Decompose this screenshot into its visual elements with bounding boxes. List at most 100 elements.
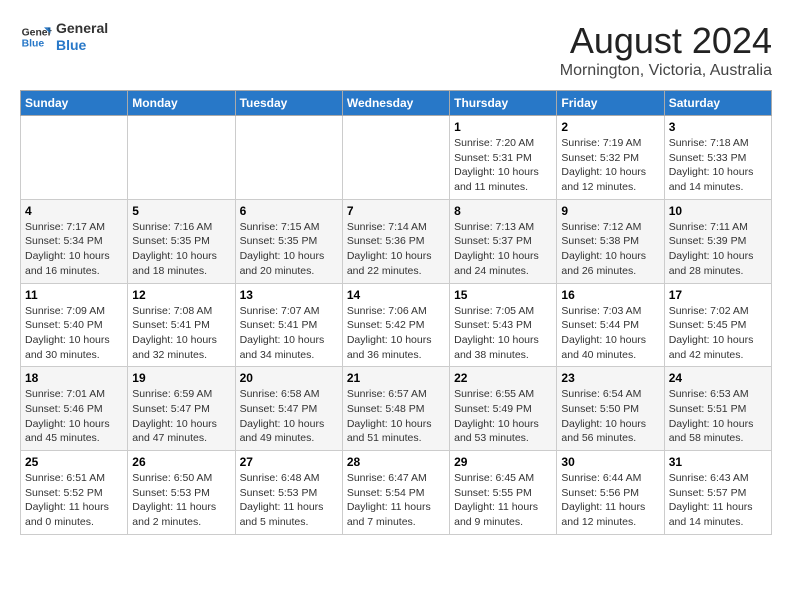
day-number: 10	[669, 204, 767, 218]
day-info: Sunrise: 7:16 AM Sunset: 5:35 PM Dayligh…	[132, 220, 230, 279]
calendar-cell	[128, 116, 235, 200]
calendar-cell: 9Sunrise: 7:12 AM Sunset: 5:38 PM Daylig…	[557, 199, 664, 283]
day-number: 13	[240, 288, 338, 302]
calendar-cell: 18Sunrise: 7:01 AM Sunset: 5:46 PM Dayli…	[21, 367, 128, 451]
day-number: 15	[454, 288, 552, 302]
day-number: 27	[240, 455, 338, 469]
calendar-cell: 1 Sunrise: 7:20 AM Sunset: 5:31 PM Daylig…	[450, 116, 557, 200]
day-number: 19	[132, 371, 230, 385]
day-number: 7	[347, 204, 445, 218]
day-info: Sunrise: 6:44 AM Sunset: 5:56 PM Dayligh…	[561, 471, 659, 530]
day-info: Sunrise: 7:03 AM Sunset: 5:44 PM Dayligh…	[561, 304, 659, 363]
month-title: August 2024	[560, 20, 772, 62]
calendar-cell: 24 Sunrise: 6:53 AM Sunset: 5:51 PM Dayli…	[664, 367, 771, 451]
calendar-cell: 12 Sunrise: 7:08 AM Sunset: 5:41 PM Dayli…	[128, 283, 235, 367]
day-number: 8	[454, 204, 552, 218]
calendar-cell: 19Sunrise: 6:59 AM Sunset: 5:47 PM Dayli…	[128, 367, 235, 451]
day-info: Sunrise: 7:02 AM Sunset: 5:45 PM Dayligh…	[669, 304, 767, 363]
day-number: 5	[132, 204, 230, 218]
day-info: Sunrise: 7:05 AM Sunset: 5:43 PM Dayligh…	[454, 304, 552, 363]
day-number: 9	[561, 204, 659, 218]
calendar-cell: 31Sunrise: 6:43 AM Sunset: 5:57 PM Dayli…	[664, 451, 771, 535]
day-number: 11	[25, 288, 123, 302]
day-info: Sunrise: 7:07 AM Sunset: 5:41 PM Dayligh…	[240, 304, 338, 363]
day-number: 4	[25, 204, 123, 218]
day-info: Sunrise: 6:43 AM Sunset: 5:57 PM Dayligh…	[669, 471, 767, 530]
day-number: 16	[561, 288, 659, 302]
day-info: Sunrise: 7:09 AM Sunset: 5:40 PM Dayligh…	[25, 304, 123, 363]
day-info: Sunrise: 7:15 AM Sunset: 5:35 PM Dayligh…	[240, 220, 338, 279]
weekday-header: Friday	[557, 91, 664, 116]
day-number: 29	[454, 455, 552, 469]
weekday-header: Monday	[128, 91, 235, 116]
weekday-header: Wednesday	[342, 91, 449, 116]
day-number: 26	[132, 455, 230, 469]
calendar-cell: 8 Sunrise: 7:13 AM Sunset: 5:37 PM Daylig…	[450, 199, 557, 283]
weekday-header: Tuesday	[235, 91, 342, 116]
day-info: Sunrise: 6:50 AM Sunset: 5:53 PM Dayligh…	[132, 471, 230, 530]
weekday-header-row: SundayMondayTuesdayWednesdayThursdayFrid…	[21, 91, 772, 116]
calendar-cell: 3 Sunrise: 7:18 AM Sunset: 5:33 PM Daylig…	[664, 116, 771, 200]
day-info: Sunrise: 7:17 AM Sunset: 5:34 PM Dayligh…	[25, 220, 123, 279]
calendar-week-row: 11 Sunrise: 7:09 AM Sunset: 5:40 PM Dayli…	[21, 283, 772, 367]
calendar-week-row: 18Sunrise: 7:01 AM Sunset: 5:46 PM Dayli…	[21, 367, 772, 451]
day-number: 1	[454, 120, 552, 134]
day-info: Sunrise: 7:14 AM Sunset: 5:36 PM Dayligh…	[347, 220, 445, 279]
calendar-cell: 20Sunrise: 6:58 AM Sunset: 5:47 PM Dayli…	[235, 367, 342, 451]
day-number: 28	[347, 455, 445, 469]
calendar-cell: 2 Sunrise: 7:19 AM Sunset: 5:32 PM Daylig…	[557, 116, 664, 200]
logo-text-line2: Blue	[56, 37, 108, 54]
calendar-cell	[342, 116, 449, 200]
calendar-table: SundayMondayTuesdayWednesdayThursdayFrid…	[20, 90, 772, 535]
day-info: Sunrise: 6:48 AM Sunset: 5:53 PM Dayligh…	[240, 471, 338, 530]
calendar-cell: 17 Sunrise: 7:02 AM Sunset: 5:45 PM Dayli…	[664, 283, 771, 367]
logo: General Blue General Blue	[20, 20, 108, 54]
calendar-cell	[235, 116, 342, 200]
day-number: 25	[25, 455, 123, 469]
calendar-cell: 22Sunrise: 6:55 AM Sunset: 5:49 PM Dayli…	[450, 367, 557, 451]
calendar-cell: 11 Sunrise: 7:09 AM Sunset: 5:40 PM Dayli…	[21, 283, 128, 367]
calendar-cell: 13 Sunrise: 7:07 AM Sunset: 5:41 PM Dayli…	[235, 283, 342, 367]
title-block: August 2024 Mornington, Victoria, Austra…	[560, 20, 772, 80]
calendar-cell: 6Sunrise: 7:15 AM Sunset: 5:35 PM Daylig…	[235, 199, 342, 283]
day-number: 2	[561, 120, 659, 134]
calendar-week-row: 25Sunrise: 6:51 AM Sunset: 5:52 PM Dayli…	[21, 451, 772, 535]
day-number: 17	[669, 288, 767, 302]
day-number: 24	[669, 371, 767, 385]
calendar-cell: 7 Sunrise: 7:14 AM Sunset: 5:36 PM Daylig…	[342, 199, 449, 283]
page-header: General Blue General Blue August 2024 Mo…	[20, 20, 772, 80]
day-info: Sunrise: 6:58 AM Sunset: 5:47 PM Dayligh…	[240, 387, 338, 446]
calendar-cell: 29 Sunrise: 6:45 AM Sunset: 5:55 PM Dayli…	[450, 451, 557, 535]
calendar-cell: 16 Sunrise: 7:03 AM Sunset: 5:44 PM Dayli…	[557, 283, 664, 367]
day-info: Sunrise: 7:11 AM Sunset: 5:39 PM Dayligh…	[669, 220, 767, 279]
calendar-week-row: 4 Sunrise: 7:17 AM Sunset: 5:34 PM Daylig…	[21, 199, 772, 283]
day-info: Sunrise: 7:08 AM Sunset: 5:41 PM Dayligh…	[132, 304, 230, 363]
calendar-cell: 26 Sunrise: 6:50 AM Sunset: 5:53 PM Dayli…	[128, 451, 235, 535]
day-info: Sunrise: 6:45 AM Sunset: 5:55 PM Dayligh…	[454, 471, 552, 530]
day-info: Sunrise: 7:13 AM Sunset: 5:37 PM Dayligh…	[454, 220, 552, 279]
day-number: 23	[561, 371, 659, 385]
day-info: Sunrise: 6:47 AM Sunset: 5:54 PM Dayligh…	[347, 471, 445, 530]
day-info: Sunrise: 7:19 AM Sunset: 5:32 PM Dayligh…	[561, 136, 659, 195]
day-info: Sunrise: 7:06 AM Sunset: 5:42 PM Dayligh…	[347, 304, 445, 363]
calendar-cell: 4 Sunrise: 7:17 AM Sunset: 5:34 PM Daylig…	[21, 199, 128, 283]
calendar-cell: 21Sunrise: 6:57 AM Sunset: 5:48 PM Dayli…	[342, 367, 449, 451]
day-info: Sunrise: 7:18 AM Sunset: 5:33 PM Dayligh…	[669, 136, 767, 195]
day-number: 14	[347, 288, 445, 302]
calendar-cell	[21, 116, 128, 200]
day-info: Sunrise: 7:20 AM Sunset: 5:31 PM Dayligh…	[454, 136, 552, 195]
calendar-cell: 5 Sunrise: 7:16 AM Sunset: 5:35 PM Daylig…	[128, 199, 235, 283]
day-info: Sunrise: 6:54 AM Sunset: 5:50 PM Dayligh…	[561, 387, 659, 446]
day-info: Sunrise: 6:53 AM Sunset: 5:51 PM Dayligh…	[669, 387, 767, 446]
day-number: 3	[669, 120, 767, 134]
calendar-cell: 23 Sunrise: 6:54 AM Sunset: 5:50 PM Dayli…	[557, 367, 664, 451]
calendar-cell: 14 Sunrise: 7:06 AM Sunset: 5:42 PM Dayli…	[342, 283, 449, 367]
calendar-cell: 27 Sunrise: 6:48 AM Sunset: 5:53 PM Dayli…	[235, 451, 342, 535]
day-number: 12	[132, 288, 230, 302]
calendar-week-row: 1 Sunrise: 7:20 AM Sunset: 5:31 PM Daylig…	[21, 116, 772, 200]
svg-text:Blue: Blue	[22, 38, 45, 49]
calendar-cell: 30Sunrise: 6:44 AM Sunset: 5:56 PM Dayli…	[557, 451, 664, 535]
calendar-cell: 10 Sunrise: 7:11 AM Sunset: 5:39 PM Dayli…	[664, 199, 771, 283]
logo-text-line1: General	[56, 20, 108, 37]
weekday-header: Sunday	[21, 91, 128, 116]
